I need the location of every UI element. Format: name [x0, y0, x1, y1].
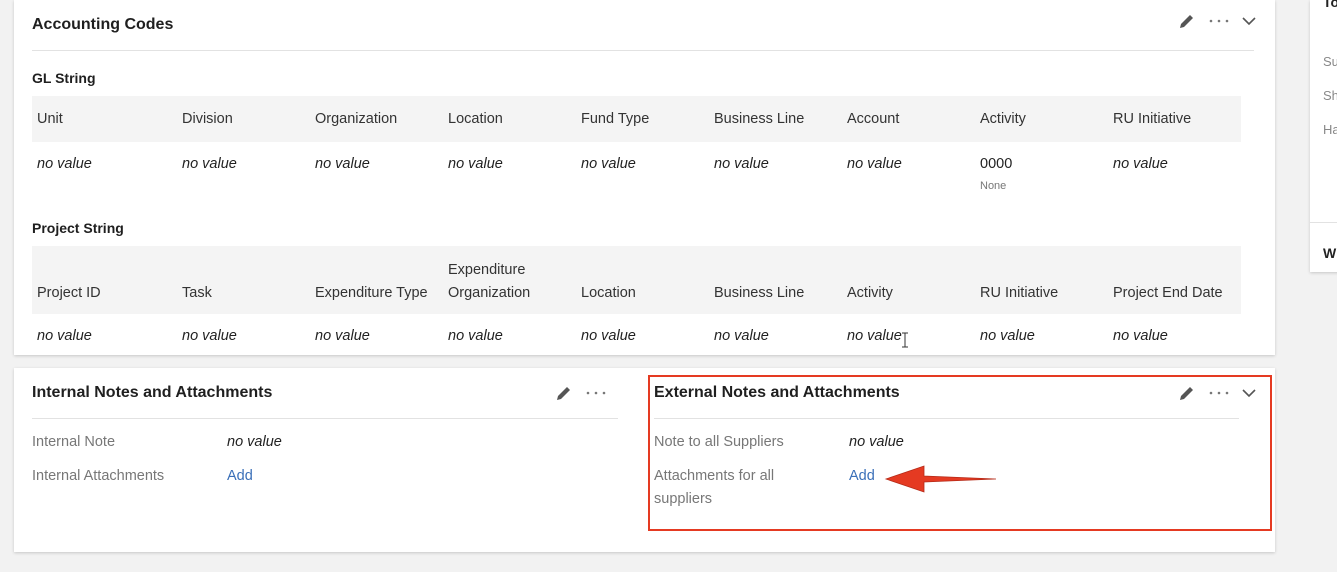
project-header-expenditure-type: Expenditure Type — [315, 285, 428, 301]
project-header-location: Location — [581, 285, 636, 301]
gl-string-title: GL String — [32, 70, 96, 86]
pencil-icon[interactable] — [1178, 12, 1196, 30]
gl-header-organization: Organization — [315, 111, 398, 127]
project-value-business-line: no value — [714, 328, 769, 344]
project-string-title: Project String — [32, 220, 124, 236]
internal-actions — [555, 384, 607, 402]
project-value-activity: no value — [847, 328, 902, 344]
gl-header-unit: Unit — [37, 111, 63, 127]
gl-header-business-line: Business Line — [714, 111, 805, 127]
gl-header-activity: Activity — [980, 111, 1026, 127]
gl-value-ru-initiative: no value — [1113, 156, 1168, 172]
chevron-down-icon[interactable] — [1242, 16, 1256, 26]
chevron-down-icon[interactable] — [1242, 388, 1256, 398]
accounting-codes-title: Accounting Codes — [32, 16, 174, 33]
accounting-codes-card: Accounting Codes GL String Unit Division… — [14, 0, 1275, 355]
gl-value-activity: 0000 — [980, 156, 1013, 172]
more-horizontal-icon[interactable] — [585, 390, 607, 396]
external-attachments-label-line2: suppliers — [654, 491, 713, 507]
notes-card: Internal Notes and Attachments Internal … — [14, 368, 1275, 552]
side-row-3: Ha — [1323, 122, 1337, 137]
project-value-task: no value — [182, 328, 237, 344]
accounting-actions — [1178, 12, 1256, 30]
pencil-icon[interactable] — [555, 384, 573, 402]
project-header-ru-initiative: RU Initiative — [980, 285, 1059, 301]
more-horizontal-icon[interactable] — [1208, 18, 1230, 24]
gl-value-account: no value — [847, 156, 902, 172]
project-value-project-end-date: no value — [1113, 328, 1168, 344]
gl-value-activity-sub: None — [980, 180, 1007, 192]
internal-note-label: Internal Note — [32, 434, 116, 450]
gl-value-organization: no value — [315, 156, 370, 172]
side-title: To — [1323, 0, 1337, 10]
project-header-task: Task — [182, 285, 212, 301]
gl-header-location: Location — [448, 111, 503, 127]
project-value-location: no value — [581, 328, 636, 344]
gl-value-business-line: no value — [714, 156, 769, 172]
project-value-ru-initiative: no value — [980, 328, 1035, 344]
gl-header-ru-initiative: RU Initiative — [1113, 111, 1192, 127]
internal-divider — [32, 418, 618, 419]
internal-note-value: no value — [227, 434, 282, 450]
side-row-2: Sh — [1323, 88, 1337, 103]
side-footer: Wi — [1323, 245, 1337, 261]
project-header-expenditure-org-line1: Expenditure — [448, 262, 526, 278]
project-value-expenditure-type: no value — [315, 328, 370, 344]
internal-attachments-label: Internal Attachments — [32, 468, 165, 484]
side-row-1: Su — [1323, 54, 1337, 69]
external-actions — [1178, 384, 1256, 402]
project-header-project-id: Project ID — [37, 285, 101, 301]
external-note-value: no value — [849, 434, 904, 450]
external-attachments-label-line1: Attachments for all — [654, 468, 775, 484]
gl-value-fund-type: no value — [581, 156, 636, 172]
arrow-left-icon — [884, 462, 1000, 501]
project-header-expenditure-org-line2: Organization — [448, 285, 531, 301]
gl-value-location: no value — [448, 156, 503, 172]
project-header-project-end-date: Project End Date — [1113, 285, 1223, 301]
side-divider — [1310, 222, 1337, 223]
pencil-icon[interactable] — [1178, 384, 1196, 402]
gl-value-division: no value — [182, 156, 237, 172]
external-add-attachment-link[interactable]: Add — [849, 468, 875, 484]
gl-header-fund-type: Fund Type — [581, 111, 650, 127]
internal-add-attachment-link[interactable]: Add — [227, 468, 253, 484]
external-notes-title: External Notes and Attachments — [654, 384, 900, 401]
external-divider — [654, 418, 1239, 419]
more-horizontal-icon[interactable] — [1208, 390, 1230, 396]
side-summary-card: To Su Sh Ha Wi — [1310, 0, 1337, 272]
external-note-label: Note to all Suppliers — [654, 434, 784, 450]
project-header-row — [32, 246, 1241, 314]
project-value-project-id: no value — [37, 328, 92, 344]
gl-header-account: Account — [847, 111, 900, 127]
project-header-business-line: Business Line — [714, 285, 805, 301]
project-value-expenditure-org: no value — [448, 328, 503, 344]
project-header-activity: Activity — [847, 285, 893, 301]
internal-notes-title: Internal Notes and Attachments — [32, 384, 273, 401]
title-divider — [32, 50, 1254, 51]
gl-value-unit: no value — [37, 156, 92, 172]
gl-header-division: Division — [182, 111, 233, 127]
text-cursor-icon — [901, 332, 909, 353]
